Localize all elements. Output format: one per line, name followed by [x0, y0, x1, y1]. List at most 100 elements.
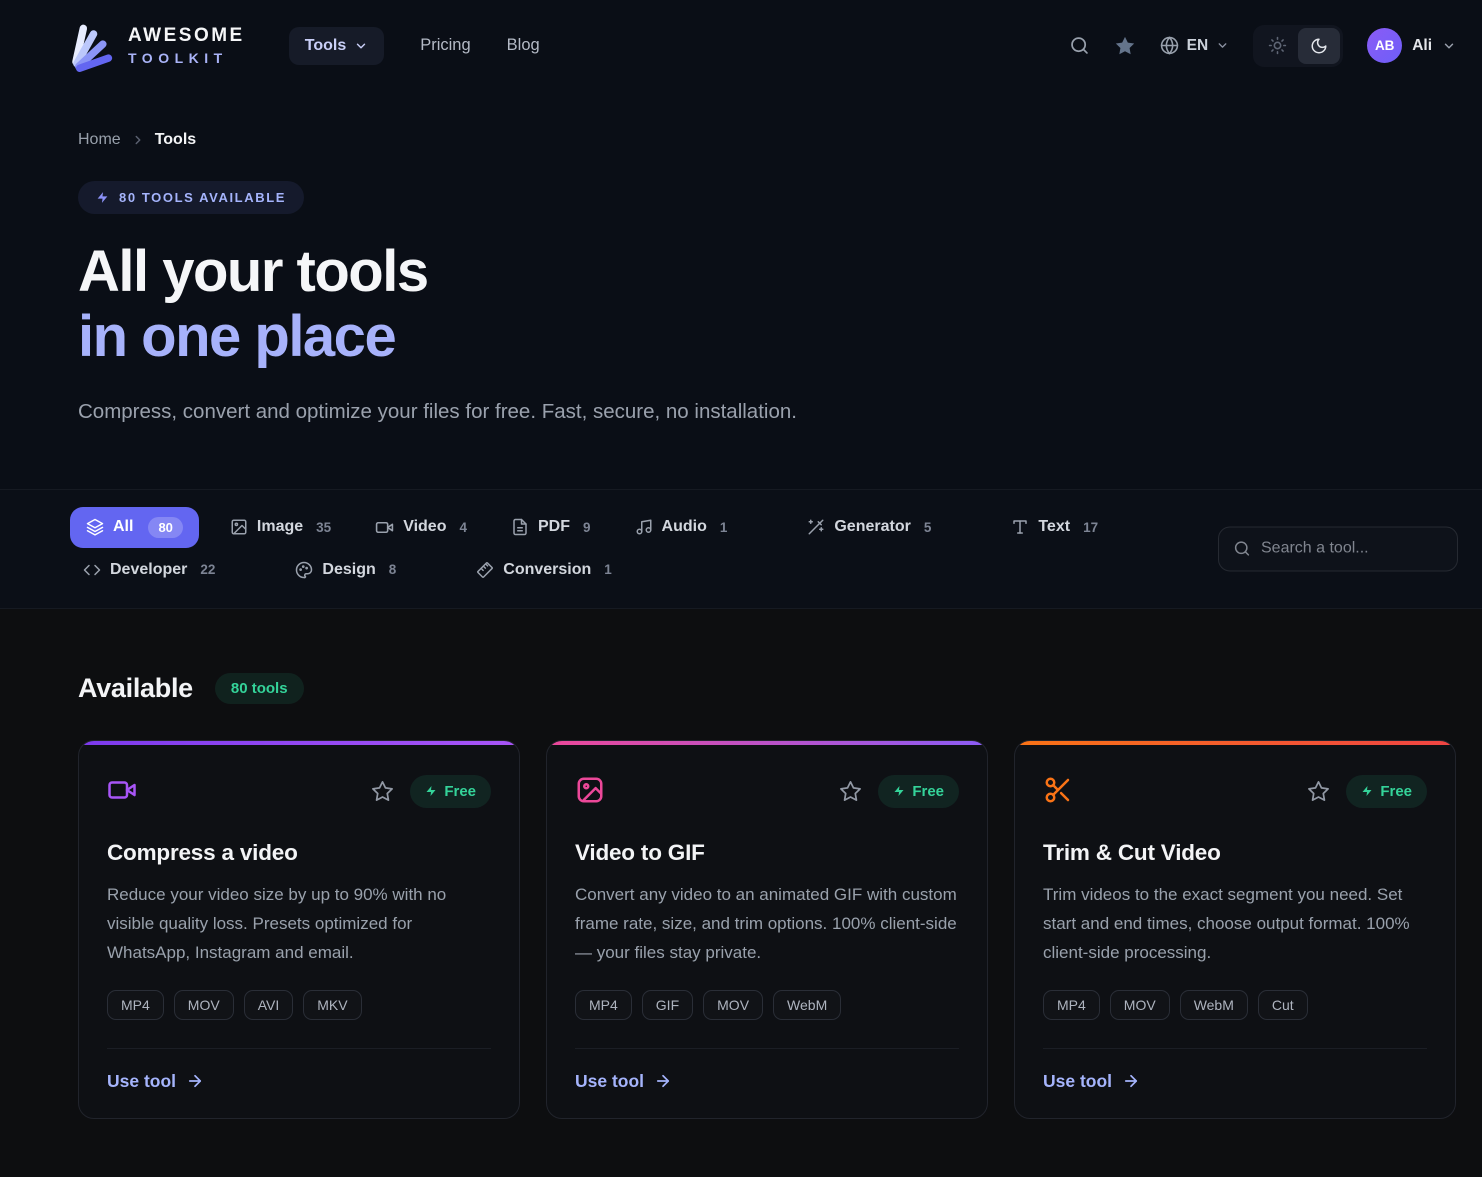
navbar-right: EN AB Ali [1069, 25, 1456, 67]
tool-card-video-to-gif[interactable]: Free Video to GIF Convert any video to a… [546, 740, 988, 1119]
page-title-line1: All your tools [78, 239, 428, 304]
format-tag: WebM [773, 990, 841, 1020]
globe-icon [1160, 36, 1179, 55]
avatar: AB [1367, 28, 1402, 63]
ruler-icon [476, 561, 494, 579]
free-badge: Free [1346, 775, 1427, 808]
bolt-icon [96, 191, 109, 204]
hero-section: Home Tools 80 TOOLS AVAILABLE All your t… [0, 91, 1482, 489]
breadcrumb: Home Tools [78, 131, 1456, 149]
search-icon [1233, 540, 1251, 558]
dark-mode-button[interactable] [1298, 28, 1340, 64]
user-name: Ali [1412, 37, 1432, 55]
available-count-badge: 80 tools [215, 673, 304, 704]
code-icon [83, 561, 101, 579]
card-description: Trim videos to the exact segment you nee… [1043, 880, 1427, 968]
use-tool-link[interactable]: Use tool [575, 1071, 672, 1092]
filter-developer[interactable]: Developer 22 [70, 551, 228, 589]
filter-pdf[interactable]: PDF 9 [498, 508, 604, 546]
arrow-right-icon [186, 1072, 204, 1090]
filter-audio[interactable]: Audio 1 [622, 508, 741, 546]
page-subtitle: Compress, convert and optimize your file… [78, 394, 818, 431]
format-tag: Cut [1258, 990, 1308, 1020]
format-tag: WebM [1180, 990, 1248, 1020]
search-icon[interactable] [1069, 35, 1090, 56]
filter-conversion[interactable]: Conversion 1 [463, 551, 625, 589]
bolt-icon [1361, 785, 1373, 797]
image-icon [230, 518, 248, 536]
logo-fan-icon [62, 20, 114, 72]
layers-icon [86, 518, 104, 536]
free-badge: Free [878, 775, 959, 808]
card-description: Reduce your video size by up to 90% with… [107, 880, 491, 968]
chevron-right-icon [131, 133, 145, 147]
user-menu[interactable]: AB Ali [1367, 28, 1456, 63]
theme-toggle [1253, 25, 1343, 67]
tool-search-input[interactable] [1261, 540, 1443, 558]
format-tag: MOV [1110, 990, 1170, 1020]
filter-count-badge: 80 [148, 517, 182, 538]
video-camera-icon [107, 775, 137, 805]
language-selector[interactable]: EN [1160, 36, 1230, 55]
format-tag: AVI [244, 990, 294, 1020]
favorite-star-icon[interactable] [839, 780, 862, 803]
divider [107, 1048, 491, 1049]
card-title: Video to GIF [575, 840, 959, 866]
tool-cards-grid: Free Compress a video Reduce your video … [78, 740, 1456, 1119]
tool-card-compress-video[interactable]: Free Compress a video Reduce your video … [78, 740, 520, 1119]
format-tag: MP4 [575, 990, 632, 1020]
nav-blog[interactable]: Blog [507, 36, 540, 55]
file-icon [511, 518, 529, 536]
filter-bar: All 80 Image 35 Video 4 [0, 489, 1482, 609]
breadcrumb-current: Tools [155, 131, 196, 149]
format-tag: MP4 [1043, 990, 1100, 1020]
sun-icon [1268, 36, 1287, 55]
favorite-star-icon[interactable] [371, 780, 394, 803]
divider [575, 1048, 959, 1049]
card-title: Trim & Cut Video [1043, 840, 1427, 866]
format-tag: MP4 [107, 990, 164, 1020]
chevron-down-icon [1216, 39, 1229, 52]
favorites-star-icon[interactable] [1114, 35, 1136, 57]
card-description: Convert any video to an animated GIF wit… [575, 880, 959, 968]
free-badge: Free [410, 775, 491, 808]
page-title-line2: in one place [78, 304, 395, 369]
moon-icon [1310, 37, 1328, 55]
use-tool-link[interactable]: Use tool [107, 1071, 204, 1092]
available-header: Available 80 tools [78, 673, 1456, 704]
arrow-right-icon [654, 1072, 672, 1090]
filter-image[interactable]: Image 35 [217, 508, 344, 546]
top-zone: AWESOME TOOLKIT Tools Pricing Blog [0, 0, 1482, 489]
filter-video[interactable]: Video 4 [362, 508, 480, 547]
nav-tools-dropdown[interactable]: Tools [289, 27, 384, 65]
favorite-star-icon[interactable] [1307, 780, 1330, 803]
brand-line2: TOOLKIT [128, 50, 245, 66]
brand-logo[interactable]: AWESOME TOOLKIT [62, 20, 245, 72]
filter-design[interactable]: Design 8 [282, 551, 409, 589]
picture-icon [575, 775, 605, 805]
format-tag: MKV [303, 990, 361, 1020]
navbar: AWESOME TOOLKIT Tools Pricing Blog [0, 0, 1482, 91]
music-icon [635, 518, 653, 536]
language-code: EN [1187, 37, 1209, 55]
scissors-icon [1043, 775, 1073, 805]
tools-available-label: 80 TOOLS AVAILABLE [119, 190, 286, 205]
tools-available-badge: 80 TOOLS AVAILABLE [78, 181, 304, 214]
main-nav: Tools Pricing Blog [289, 27, 540, 65]
filter-text[interactable]: Text 17 [998, 508, 1111, 546]
page-title: All your tools in one place [78, 240, 1456, 370]
filter-generator[interactable]: Generator 5 [794, 508, 944, 546]
brand-line1: AWESOME [128, 25, 245, 47]
main-content: Available 80 tools [0, 609, 1482, 1133]
nav-pricing[interactable]: Pricing [420, 36, 470, 55]
tool-search-box [1218, 526, 1458, 571]
video-icon [375, 518, 394, 537]
light-mode-button[interactable] [1256, 28, 1298, 64]
use-tool-link[interactable]: Use tool [1043, 1071, 1140, 1092]
filter-all[interactable]: All 80 [70, 507, 199, 548]
wand-icon [807, 518, 825, 536]
tool-card-trim-cut-video[interactable]: Free Trim & Cut Video Trim videos to the… [1014, 740, 1456, 1119]
card-title: Compress a video [107, 840, 491, 866]
format-tags: MP4 MOV WebM Cut [1043, 990, 1427, 1020]
breadcrumb-home[interactable]: Home [78, 131, 121, 149]
